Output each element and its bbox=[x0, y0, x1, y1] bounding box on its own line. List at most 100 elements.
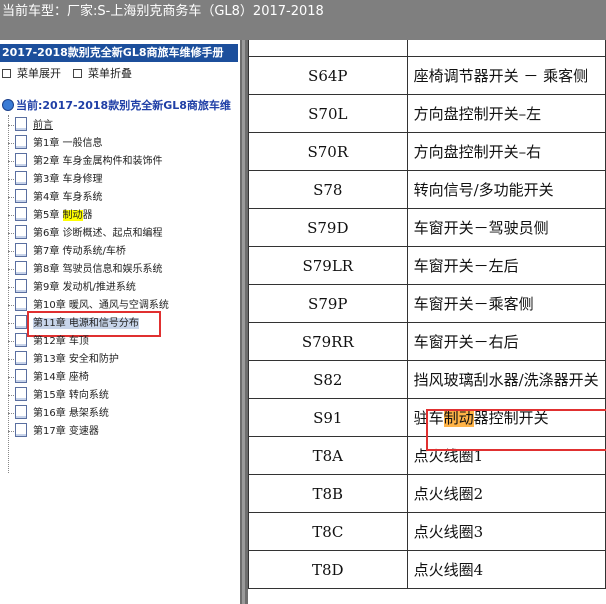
tree-item-ch4[interactable]: 第4章 车身系统 bbox=[8, 189, 103, 207]
tree-item-label: 第3章 车身修理 bbox=[33, 174, 103, 185]
component-code: T8B bbox=[248, 474, 408, 513]
component-desc: 挡风玻璃刮水器/洗涤器开关 bbox=[406, 360, 606, 399]
component-code: S79RR bbox=[248, 322, 408, 361]
document-icon bbox=[15, 405, 27, 419]
manual-title: 2017-2018款别克全新GL8商旅车维修手册 bbox=[0, 44, 238, 62]
tree-root-label: 当前:2017-2018款别克全新GL8商旅车维 bbox=[16, 99, 231, 112]
tree-item-ch10[interactable]: 第10章 暖风、通风与空调系统 bbox=[8, 297, 169, 315]
document-icon bbox=[15, 117, 27, 131]
component-desc: 车窗开关－左后 bbox=[406, 246, 606, 285]
document-icon bbox=[15, 333, 27, 347]
component-code: S78 bbox=[248, 170, 408, 209]
collapse-menu-button[interactable]: 菜单折叠 bbox=[73, 65, 132, 83]
tree-item-ch8[interactable]: 第8章 驾驶员信息和娱乐系统 bbox=[8, 261, 163, 279]
tree-item-label: 第12章 车顶 bbox=[33, 336, 89, 347]
desc-prefix: 驻车 bbox=[413, 409, 444, 427]
table-row: T8C 点火线圈3 bbox=[248, 512, 606, 551]
component-desc: 方向盘控制开关–右 bbox=[406, 132, 606, 171]
expand-menu-button[interactable]: 菜单展开 bbox=[2, 65, 61, 83]
tree-item-ch14[interactable]: 第14章 座椅 bbox=[8, 369, 89, 387]
table-row: S79P 车窗开关－乘客侧 bbox=[248, 284, 606, 323]
collapse-icon bbox=[73, 68, 82, 78]
tree-item-ch1[interactable]: 第1章 一般信息 bbox=[8, 135, 103, 153]
document-icon bbox=[15, 351, 27, 365]
component-table: S64P 座椅调节器开关 － 乘客侧 S70L 方向盘控制开关–左 S70R 方向盘控… bbox=[248, 40, 606, 589]
component-desc: 驻车制动器控制开关 bbox=[406, 398, 606, 437]
table-row bbox=[248, 40, 606, 57]
table-row: S64P 座椅调节器开关 － 乘客侧 bbox=[248, 56, 606, 95]
component-code: S82 bbox=[248, 360, 408, 399]
expand-icon bbox=[2, 68, 11, 78]
tree-item-ch12[interactable]: 第12章 车顶 bbox=[8, 333, 89, 351]
component-desc: 车窗开关－驾驶员侧 bbox=[406, 208, 606, 247]
table-row: S70R 方向盘控制开关–右 bbox=[248, 132, 606, 171]
document-icon bbox=[15, 243, 27, 257]
component-code: S79D bbox=[248, 208, 408, 247]
tree-item-ch11[interactable]: 第11章 电源和信号分布 bbox=[8, 315, 139, 333]
document-icon bbox=[15, 315, 27, 329]
search-highlight: 制动 bbox=[62, 210, 83, 221]
tree-item-ch2[interactable]: 第2章 车身金属构件和装饰件 bbox=[8, 153, 163, 171]
tree-item-label: 第6章 诊断概述、起点和编程 bbox=[33, 228, 163, 239]
component-code: S79LR bbox=[248, 246, 408, 285]
content-panel: S64P 座椅调节器开关 － 乘客侧 S70L 方向盘控制开关–左 S70R 方向盘控… bbox=[248, 40, 606, 604]
component-code: S79P bbox=[248, 284, 408, 323]
table-row: S79D 车窗开关－驾驶员侧 bbox=[248, 208, 606, 247]
tree-item-ch7[interactable]: 第7章 传动系统/车桥 bbox=[8, 243, 126, 261]
component-code: T8A bbox=[248, 436, 408, 475]
manual-nav-panel: 2017-2018款别克全新GL8商旅车维修手册 菜单展开 菜单折叠 当前:20… bbox=[0, 40, 240, 604]
table-row: S91 驻车制动器控制开关 bbox=[248, 398, 606, 437]
component-desc: 座椅调节器开关 － 乘客侧 bbox=[406, 56, 606, 95]
desc-suffix: 器控制开关 bbox=[473, 409, 549, 427]
panel-splitter[interactable] bbox=[240, 40, 248, 604]
document-icon bbox=[15, 387, 27, 401]
component-code: S70R bbox=[248, 132, 408, 171]
tree-item-ch9[interactable]: 第9章 发动机/推进系统 bbox=[8, 279, 136, 297]
tree-item-label: 第14章 座椅 bbox=[33, 372, 89, 383]
tree-item-label: 第7章 传动系统/车桥 bbox=[33, 246, 126, 257]
document-icon bbox=[15, 189, 27, 203]
tree-item-label: 第9章 发动机/推进系统 bbox=[33, 282, 136, 293]
component-code bbox=[248, 40, 408, 57]
tree-item-ch5[interactable]: 第5章 制动器 bbox=[8, 207, 93, 225]
table-row: S70L 方向盘控制开关–左 bbox=[248, 94, 606, 133]
table-row: S79RR 车窗开关－右后 bbox=[248, 322, 606, 361]
tree-item-label: 第4章 车身系统 bbox=[33, 192, 103, 203]
tree-item-preface[interactable]: 前言 bbox=[8, 117, 53, 135]
tree-item-ch16[interactable]: 第16章 悬架系统 bbox=[8, 405, 109, 423]
document-icon bbox=[15, 369, 27, 383]
component-code: S91 bbox=[248, 398, 408, 437]
current-model-label: 当前车型： bbox=[2, 4, 68, 19]
search-highlight: 制动 bbox=[443, 409, 474, 427]
document-icon bbox=[15, 225, 27, 239]
component-desc: 点火线圈2 bbox=[406, 474, 606, 513]
document-icon bbox=[15, 297, 27, 311]
tree-item-ch6[interactable]: 第6章 诊断概述、起点和编程 bbox=[8, 225, 163, 243]
tree-item-ch3[interactable]: 第3章 车身修理 bbox=[8, 171, 103, 189]
tree-item-label: 第8章 驾驶员信息和娱乐系统 bbox=[33, 264, 163, 275]
component-desc: 点火线圈4 bbox=[406, 550, 606, 589]
tree-item-label: 第5章 bbox=[33, 210, 63, 221]
component-desc: 车窗开关－乘客侧 bbox=[406, 284, 606, 323]
component-desc bbox=[406, 40, 606, 57]
component-desc: 点火线圈3 bbox=[406, 512, 606, 551]
table-row: S82 挡风玻璃刮水器/洗涤器开关 bbox=[248, 360, 606, 399]
current-model-value: 厂家:S-上海别克商务车（GL8）2017-2018 bbox=[67, 4, 324, 19]
document-icon bbox=[15, 171, 27, 185]
globe-icon bbox=[2, 99, 14, 111]
tree-item-label: 第13章 安全和防护 bbox=[33, 354, 119, 365]
tree-item-label-suffix: 器 bbox=[82, 210, 93, 221]
table-row: S79LR 车窗开关－左后 bbox=[248, 246, 606, 285]
tree-item-label: 第15章 转向系统 bbox=[33, 390, 109, 401]
tree-item-ch13[interactable]: 第13章 安全和防护 bbox=[8, 351, 119, 369]
component-desc: 车窗开关－右后 bbox=[406, 322, 606, 361]
tree-root[interactable]: 当前:2017-2018款别克全新GL8商旅车维 bbox=[2, 97, 231, 115]
component-code: S64P bbox=[248, 56, 408, 95]
tree-item-ch17[interactable]: 第17章 变速器 bbox=[8, 423, 99, 441]
tree-item-label: 第2章 车身金属构件和装饰件 bbox=[33, 156, 163, 167]
document-icon bbox=[15, 279, 27, 293]
table-row: T8D 点火线圈4 bbox=[248, 550, 606, 589]
title-bar: 当前车型：厂家:S-上海别克商务车（GL8）2017-2018 bbox=[0, 0, 606, 40]
tree-item-ch15[interactable]: 第15章 转向系统 bbox=[8, 387, 109, 405]
table-row: T8B 点火线圈2 bbox=[248, 474, 606, 513]
